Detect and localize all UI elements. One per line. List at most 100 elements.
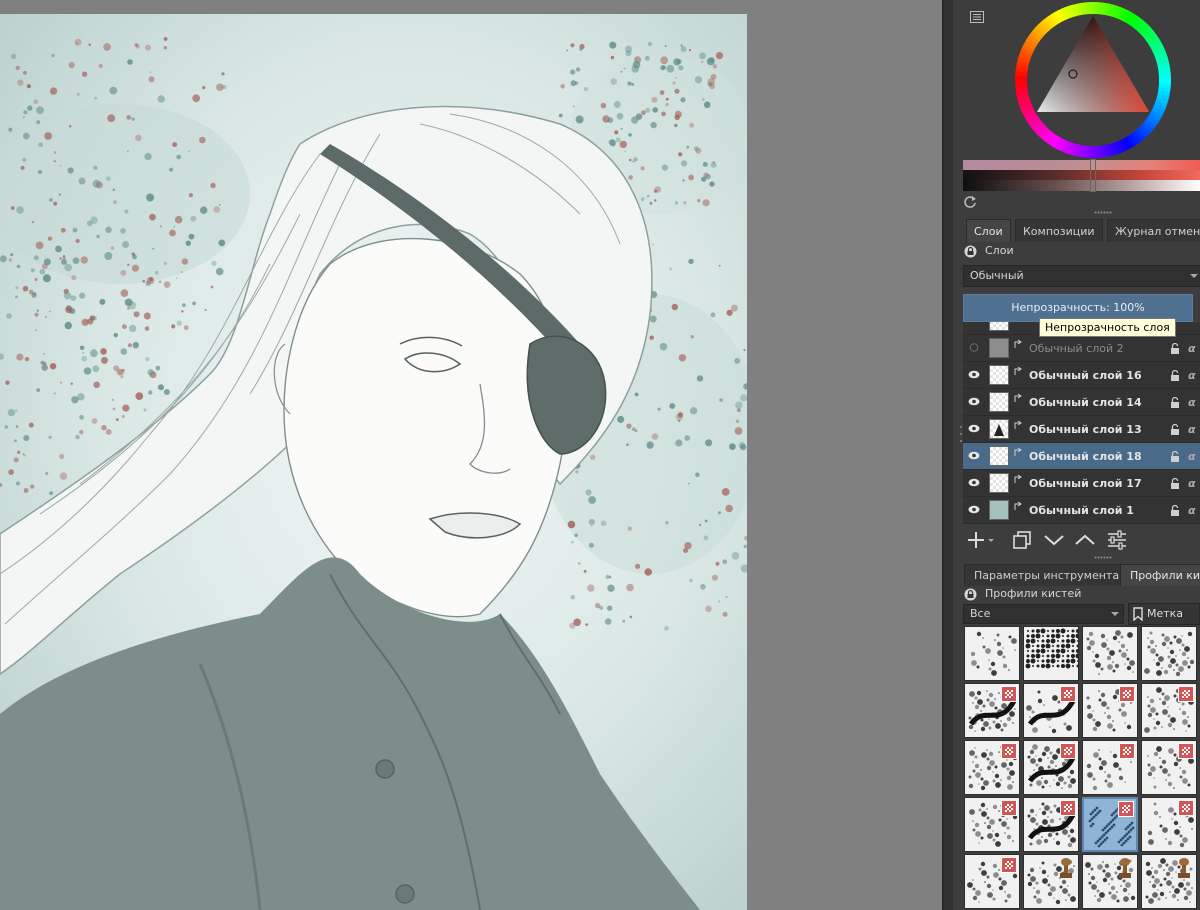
brush-type-badge-icon: [1178, 743, 1194, 759]
lock-icon[interactable]: [1170, 370, 1180, 381]
canvas-workspace[interactable]: [0, 0, 942, 910]
tab-undo-history[interactable]: Журнал отмены: [1107, 219, 1200, 242]
layer-thumbnail: [989, 322, 1009, 331]
add-layer-icon[interactable]: [964, 528, 994, 552]
brush-preset-16[interactable]: [1141, 797, 1197, 852]
alpha-lock-icon[interactable]: α: [1188, 443, 1196, 470]
hidden-eye-icon[interactable]: [968, 343, 980, 352]
right-docker-panel: Слои Композиции Журнал отмены Слои Обычн…: [953, 0, 1200, 910]
lock-icon[interactable]: [1170, 343, 1180, 354]
layer-name[interactable]: Обычный слой 2: [1029, 335, 1124, 362]
alpha-lock-icon[interactable]: α: [1188, 389, 1196, 416]
visibility-eye-icon[interactable]: [968, 451, 980, 460]
visibility-eye-icon[interactable]: [968, 478, 980, 487]
layer-row[interactable]: Обычный слой 2 α: [963, 335, 1200, 362]
layers-lock-icon[interactable]: [964, 245, 977, 258]
lock-icon[interactable]: [1170, 478, 1180, 489]
visibility-eye-icon[interactable]: [968, 424, 980, 433]
layer-list[interactable]: Обычный слой 2 α Обычный слой 16 α Обычный с…: [963, 322, 1200, 524]
color-wheel-selector[interactable]: [1013, 2, 1173, 162]
brush-preset-17[interactable]: [964, 854, 1020, 909]
layers-docker-title: Слои: [985, 244, 1014, 257]
alpha-lock-icon[interactable]: α: [1188, 335, 1196, 362]
layer-name[interactable]: Обычный слой 16: [1029, 362, 1142, 389]
brush-preset-9[interactable]: [964, 740, 1020, 795]
lock-icon[interactable]: [1170, 451, 1180, 462]
brush-preset-10[interactable]: [1023, 740, 1079, 795]
brush-preset-3[interactable]: [1082, 626, 1138, 681]
lock-icon[interactable]: [1170, 505, 1180, 516]
tab-brush-presets[interactable]: Профили кистей: [1120, 564, 1200, 586]
brushes-lock-icon[interactable]: [964, 588, 977, 601]
visibility-eye-icon[interactable]: [968, 505, 980, 514]
lock-icon[interactable]: [1170, 397, 1180, 408]
visibility-eye-icon[interactable]: [968, 397, 980, 406]
visibility-eye-icon[interactable]: [968, 370, 980, 379]
layer-thumbnail: [989, 338, 1009, 358]
inherit-alpha-icon[interactable]: [1014, 447, 1024, 457]
brush-preset-19[interactable]: [1082, 854, 1138, 909]
brush-preset-1[interactable]: [964, 626, 1020, 681]
brush-preset-6[interactable]: [1023, 683, 1079, 738]
chevron-down-icon: [1190, 274, 1198, 278]
layer-row[interactable]: Обычный слой 1 α: [963, 497, 1200, 524]
brush-preset-2[interactable]: [1023, 626, 1079, 681]
tab-layers[interactable]: Слои: [966, 219, 1011, 242]
move-down-icon[interactable]: [1042, 528, 1066, 552]
alpha-lock-icon[interactable]: α: [1188, 416, 1196, 443]
hue-slider-strip[interactable]: [963, 160, 1200, 170]
inherit-alpha-icon[interactable]: [1014, 474, 1024, 484]
tab-tool-options[interactable]: Параметры инструмента: [964, 564, 1130, 586]
brush-preset-12[interactable]: [1141, 740, 1197, 795]
inherit-alpha-icon[interactable]: [1014, 420, 1024, 430]
inherit-alpha-icon[interactable]: [1014, 393, 1024, 403]
layer-properties-icon[interactable]: [1105, 528, 1129, 552]
brush-preset-4[interactable]: [1141, 626, 1197, 681]
brush-preset-7[interactable]: [1082, 683, 1138, 738]
layer-name[interactable]: Обычный слой 18: [1029, 443, 1142, 470]
layer-row[interactable]: Обычный слой 18 α: [963, 443, 1200, 470]
refresh-icon[interactable]: [963, 195, 977, 209]
layer-name[interactable]: Обычный слой 17: [1029, 470, 1142, 497]
brush-preset-14[interactable]: [1023, 797, 1079, 852]
docker-settings-icon[interactable]: [969, 9, 985, 25]
lock-icon[interactable]: [1170, 424, 1180, 435]
alpha-lock-icon[interactable]: α: [1188, 470, 1196, 497]
blend-mode-select[interactable]: Обычный: [963, 265, 1200, 287]
inherit-alpha-icon[interactable]: [1014, 501, 1024, 511]
brush-preset-8[interactable]: [1141, 683, 1197, 738]
inherit-alpha-icon[interactable]: [1014, 366, 1024, 376]
alpha-lock-icon[interactable]: α: [1188, 497, 1196, 524]
scroll-grip[interactable]: [959, 424, 963, 444]
brush-preset-5[interactable]: [964, 683, 1020, 738]
duplicate-layer-icon[interactable]: [1010, 528, 1034, 552]
brush-preset-20[interactable]: [1141, 854, 1197, 909]
layer-thumbnail: [989, 473, 1009, 493]
brush-type-badge-icon: [1001, 743, 1017, 759]
alpha-lock-icon[interactable]: α: [1188, 362, 1196, 389]
brush-preset-15[interactable]: [1082, 797, 1138, 852]
layer-row[interactable]: Обычный слой 17 α: [963, 470, 1200, 497]
inherit-alpha-icon[interactable]: [1014, 339, 1024, 349]
brush-preset-grid[interactable]: [964, 626, 1200, 910]
resize-handle[interactable]: [1094, 556, 1112, 559]
tab-compositions[interactable]: Композиции: [1015, 219, 1103, 242]
layer-row[interactable]: Обычный слой 16 α: [963, 362, 1200, 389]
move-up-icon[interactable]: [1073, 528, 1097, 552]
saturation-slider-strip[interactable]: [963, 180, 1200, 191]
brush-filter-select[interactable]: Все: [963, 604, 1124, 624]
layer-name[interactable]: Обычный слой 1: [1029, 497, 1134, 524]
layer-name[interactable]: Обычный слой 14: [1029, 389, 1142, 416]
layer-row[interactable]: Обычный слой 13 α: [963, 416, 1200, 443]
value-slider-strip[interactable]: [963, 170, 1200, 180]
brush-preset-11[interactable]: [1082, 740, 1138, 795]
slider-marker[interactable]: [1090, 159, 1096, 192]
layer-name[interactable]: Обычный слой 13: [1029, 416, 1142, 443]
tag-button[interactable]: Метка: [1128, 603, 1200, 625]
stamp-icon: [1057, 857, 1075, 879]
resize-handle[interactable]: [1094, 211, 1112, 214]
brush-preset-18[interactable]: [1023, 854, 1079, 909]
layer-row[interactable]: Обычный слой 14 α: [963, 389, 1200, 416]
canvas-artwork[interactable]: [0, 14, 747, 910]
brush-preset-13[interactable]: [964, 797, 1020, 852]
